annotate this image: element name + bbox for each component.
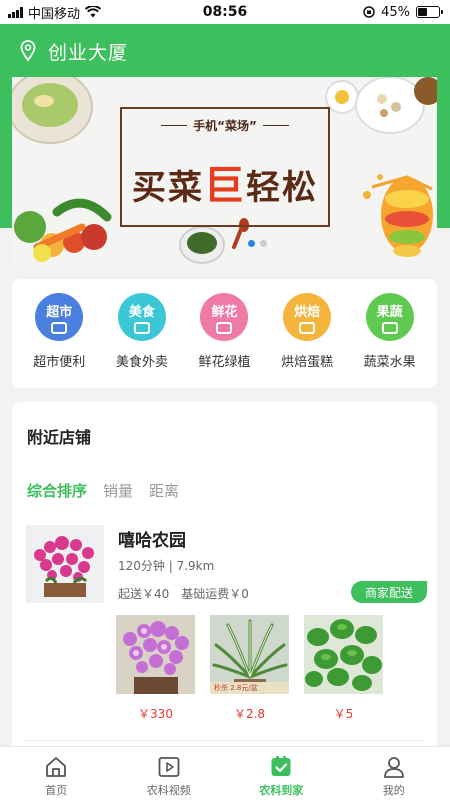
section-title: 附近店铺 — [27, 428, 92, 447]
user-icon — [383, 757, 404, 778]
tab-delivery[interactable]: 农科到家 — [225, 747, 338, 800]
product-image — [116, 615, 195, 694]
category-item[interactable]: 果蔬 蔬菜水果 — [350, 293, 430, 388]
category-icon: 烘焙 — [283, 293, 332, 341]
sort-tabs: 综合排序 销量 距离 — [27, 480, 179, 501]
divider — [26, 740, 423, 741]
promo-banner[interactable]: 手机“菜场” 买菜巨轻松 — [12, 77, 437, 266]
category-icon-text: 美食 — [128, 304, 155, 320]
banner-headline: 买菜巨轻松 — [132, 163, 318, 209]
category-label: 蔬菜水果 — [363, 355, 416, 370]
category-item[interactable]: 超市 超市便利 — [19, 293, 99, 388]
min-order: 起送￥40 — [118, 587, 170, 601]
store-eta-distance: 120分钟 | 7.9km — [118, 559, 215, 573]
category-icon-text: 超市 — [46, 304, 73, 320]
nearby-stores-card: 附近店铺 综合排序 销量 距离 嘻哈农园 120分钟 | 7.9km 起送￥40… — [12, 402, 437, 762]
category-icon-text: 果蔬 — [376, 304, 403, 320]
location-pin-icon — [20, 40, 36, 62]
category-icon: 鲜花 — [200, 293, 249, 341]
location-bar[interactable]: 创业大厦 — [0, 24, 450, 78]
category-label: 鲜花绿植 — [198, 355, 251, 370]
status-bar: 中国移动 08:56 45% — [0, 0, 450, 24]
category-label: 美食外卖 — [115, 355, 168, 370]
carrier-label: 中国移动 — [28, 6, 81, 22]
delivery-badge: 商家配送 — [351, 581, 427, 603]
category-item[interactable]: 鲜花 鲜花绿植 — [184, 293, 264, 388]
video-play-icon — [158, 757, 180, 777]
product-card[interactable]: 秒杀 2.8元/盆 ￥2.8 — [210, 615, 289, 722]
category-icon-text: 烘焙 — [294, 304, 321, 320]
battery-icon — [416, 6, 443, 18]
bottom-tab-bar: 首页 农科视频 农科到家 我的 — [0, 746, 450, 800]
store-fees: 起送￥40 基础运费￥0 — [118, 585, 249, 602]
delivery-check-icon — [271, 756, 291, 776]
banner-subtitle: 手机“菜场” — [193, 119, 257, 133]
product-image — [304, 615, 383, 694]
product-price: ￥2.8 — [233, 707, 266, 721]
product-image: 秒杀 2.8元/盆 — [210, 615, 289, 694]
category-label: 烘焙蛋糕 — [281, 355, 334, 370]
banner-frame: 手机“菜场” 买菜巨轻松 — [120, 107, 330, 227]
product-card[interactable]: ￥5 — [304, 615, 383, 722]
wifi-icon — [85, 6, 102, 18]
category-item[interactable]: 烘焙 烘焙蛋糕 — [267, 293, 347, 388]
category-icon: 超市 — [35, 293, 84, 341]
tab-mine[interactable]: 我的 — [338, 747, 450, 800]
sort-tab-distance[interactable]: 距离 — [149, 480, 179, 501]
category-item[interactable]: 美食 美食外卖 — [102, 293, 182, 388]
product-price: ￥5 — [333, 707, 354, 721]
category-icon: 美食 — [117, 293, 166, 341]
battery-percent: 45% — [381, 4, 410, 20]
store-thumbnail[interactable] — [26, 525, 104, 603]
banner-pager — [248, 240, 267, 247]
tab-video[interactable]: 农科视频 — [113, 747, 226, 800]
signal-icon — [8, 6, 23, 18]
product-card[interactable]: ￥330 — [116, 615, 195, 722]
orientation-lock-icon — [363, 6, 375, 18]
flash-sale-tag: 秒杀 2.8元/盆 — [214, 684, 258, 692]
product-price: ￥330 — [138, 707, 173, 721]
store-name[interactable]: 嘻哈农园 — [118, 526, 186, 551]
location-name: 创业大厦 — [48, 41, 129, 64]
delivery-fee: 基础运费￥0 — [181, 587, 249, 601]
sort-tab-sales[interactable]: 销量 — [103, 480, 133, 501]
category-icon: 果蔬 — [365, 293, 414, 341]
product-list: ￥330 秒杀 2.8元/盆 ￥2.8 ￥5 — [116, 615, 383, 722]
category-grid: 超市 超市便利 美食 美食外卖 鲜花 鲜花绿植 烘焙 烘焙蛋糕 果蔬 蔬菜水果 — [12, 279, 437, 388]
home-icon — [46, 757, 67, 777]
category-icon-text: 鲜花 — [211, 304, 238, 320]
tab-home[interactable]: 首页 — [0, 747, 113, 800]
sort-tab-overall[interactable]: 综合排序 — [27, 480, 87, 501]
category-label: 超市便利 — [33, 355, 86, 370]
